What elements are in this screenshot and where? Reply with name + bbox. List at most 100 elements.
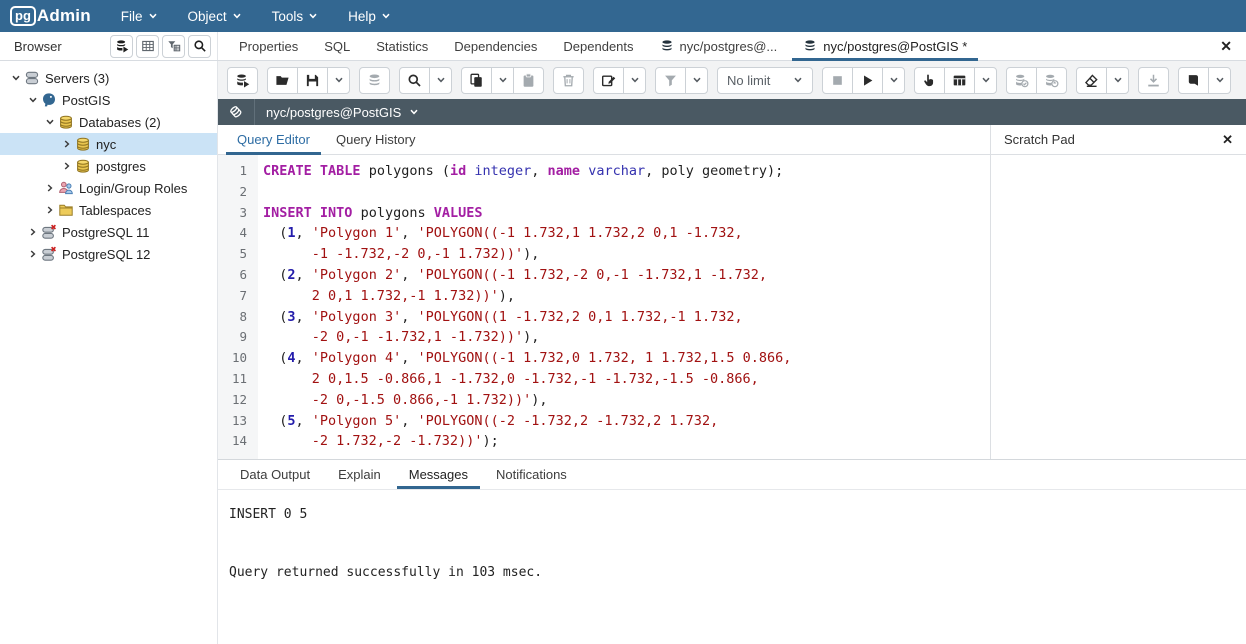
browser-view-data-button[interactable] [136, 35, 159, 58]
tab-data-output[interactable]: Data Output [226, 460, 324, 489]
browser-search-button[interactable] [188, 35, 211, 58]
paste-button[interactable] [513, 67, 544, 94]
tree-item-postgresql-12[interactable]: PostgreSQL 12 [0, 243, 217, 265]
expand-icon[interactable] [25, 227, 40, 237]
tree-item-label: PostGIS [62, 93, 110, 108]
toolbar-group: No limit [717, 67, 813, 94]
filter-options-button[interactable] [685, 67, 708, 94]
cancel-query-button[interactable] [822, 67, 853, 94]
editor-tab-row: Query EditorQuery History Scratch Pad ✕ [218, 125, 1246, 155]
browser-filtered-rows-button[interactable] [162, 35, 185, 58]
menu-label: Object [188, 9, 227, 24]
logo-pg-badge: pg [10, 6, 36, 26]
copy-button[interactable] [461, 67, 492, 94]
tab-messages[interactable]: Messages [395, 460, 482, 489]
menu-file[interactable]: File [121, 9, 158, 24]
expand-icon[interactable] [25, 249, 40, 259]
tab-statistics[interactable]: Statistics [363, 32, 441, 60]
tree-item-databases-2-[interactable]: Databases (2) [0, 111, 217, 133]
sql-code[interactable]: CREATE TABLE polygons (id integer, name … [258, 155, 990, 459]
rollback-button[interactable] [1036, 67, 1067, 94]
clear-options-button[interactable] [1106, 67, 1129, 94]
macro-options-button[interactable] [1208, 67, 1231, 94]
expand-icon[interactable] [42, 205, 57, 215]
menu-tools[interactable]: Tools [272, 9, 319, 24]
save-options-button[interactable] [327, 67, 350, 94]
collapse-icon[interactable] [25, 95, 40, 105]
edit-options-button[interactable] [623, 67, 646, 94]
tab-explain[interactable]: Explain [324, 460, 395, 489]
tree-item-login-group-roles[interactable]: Login/Group Roles [0, 177, 217, 199]
row-limit-select[interactable]: No limit [717, 67, 813, 94]
line-number: 10 [218, 348, 247, 369]
save-data-changes-button[interactable] [359, 67, 390, 94]
code-line: (4, 'Polygon 4', 'POLYGON((-1 1.732,0 1.… [263, 348, 990, 369]
scratch-pad-close-icon[interactable]: ✕ [1222, 132, 1233, 148]
connection-status-icon[interactable] [218, 99, 255, 125]
messages-text: INSERT 0 5 Query returned successfully i… [218, 490, 1246, 644]
edit-icon [601, 73, 616, 88]
tree-item-tablespaces[interactable]: Tablespaces [0, 199, 217, 221]
search-icon [193, 39, 207, 53]
expand-icon[interactable] [59, 139, 74, 149]
commit-button[interactable] [1006, 67, 1037, 94]
execute-button[interactable] [852, 67, 883, 94]
code-line: -2 0,-1 -1.732,1 -1.732))'), [263, 327, 990, 348]
pgadmin-logo[interactable]: pg Admin [10, 6, 91, 26]
database-gold-icon [75, 136, 92, 152]
tab-query-history[interactable]: Query History [323, 125, 428, 154]
sql-editor[interactable]: 1234567891011121314 CREATE TABLE polygon… [218, 155, 990, 459]
tree-item-postgis[interactable]: PostGIS [0, 89, 217, 111]
delete-button[interactable] [553, 67, 584, 94]
explain-options-button[interactable] [974, 67, 997, 94]
tree-item-nyc[interactable]: nyc [0, 133, 217, 155]
toolbar-group [1138, 67, 1169, 94]
save-icon [305, 73, 320, 88]
tree-item-postgres[interactable]: postgres [0, 155, 217, 177]
explain-button[interactable] [914, 67, 945, 94]
collapse-icon[interactable] [42, 117, 57, 127]
edit-button[interactable] [593, 67, 624, 94]
tree-item-postgresql-11[interactable]: PostgreSQL 11 [0, 221, 217, 243]
clear-button[interactable] [1076, 67, 1107, 94]
scratch-pad-area[interactable] [990, 155, 1246, 459]
tab-sql[interactable]: SQL [311, 32, 363, 60]
output-tab-bar: Data OutputExplainMessagesNotifications [218, 459, 1246, 490]
filter-button[interactable] [655, 67, 686, 94]
menu-object[interactable]: Object [188, 9, 242, 24]
close-icon[interactable]: ✕ [1220, 38, 1232, 55]
new-query-tool-button[interactable] [227, 67, 258, 94]
browser-query-tool-button[interactable] [110, 35, 133, 58]
tab-nyc-postgres-[interactable]: nyc/postgres@... [647, 32, 791, 60]
line-number: 2 [218, 182, 247, 203]
expand-icon[interactable] [59, 161, 74, 171]
menu-help[interactable]: Help [348, 9, 391, 24]
tab-dependencies[interactable]: Dependencies [441, 32, 550, 60]
find-options-button[interactable] [429, 67, 452, 94]
download-button[interactable] [1138, 67, 1169, 94]
tab-query-editor[interactable]: Query Editor [224, 125, 323, 154]
tab-label: Dependents [563, 39, 633, 54]
save-file-button[interactable] [297, 67, 328, 94]
tab-notifications[interactable]: Notifications [482, 460, 581, 489]
tab-dependents[interactable]: Dependents [550, 32, 646, 60]
open-file-button[interactable] [267, 67, 298, 94]
execute-options-button[interactable] [882, 67, 905, 94]
expand-icon[interactable] [42, 183, 57, 193]
connection-selector[interactable]: nyc/postgres@PostGIS [266, 105, 419, 120]
collapse-icon[interactable] [8, 73, 23, 83]
copy-options-button[interactable] [491, 67, 514, 94]
find-button[interactable] [399, 67, 430, 94]
explain-analyze-button[interactable] [944, 67, 975, 94]
tab-label: Properties [239, 39, 298, 54]
tab-properties[interactable]: Properties [226, 32, 311, 60]
macro-button[interactable] [1178, 67, 1209, 94]
paste-icon [521, 73, 536, 88]
chevron-down-icon [436, 75, 446, 85]
tab-nyc-postgres-postgis-[interactable]: nyc/postgres@PostGIS * [790, 32, 980, 60]
pgadmin-window: pg Admin FileObjectToolsHelp Browser Pro… [0, 0, 1246, 644]
code-line: (5, 'Polygon 5', 'POLYGON((-2 -1.732,2 -… [263, 411, 990, 432]
filter-grid-icon [167, 39, 181, 53]
tree-item-servers-3-[interactable]: Servers (3) [0, 67, 217, 89]
scratch-pad-header: Scratch Pad ✕ [990, 125, 1246, 154]
